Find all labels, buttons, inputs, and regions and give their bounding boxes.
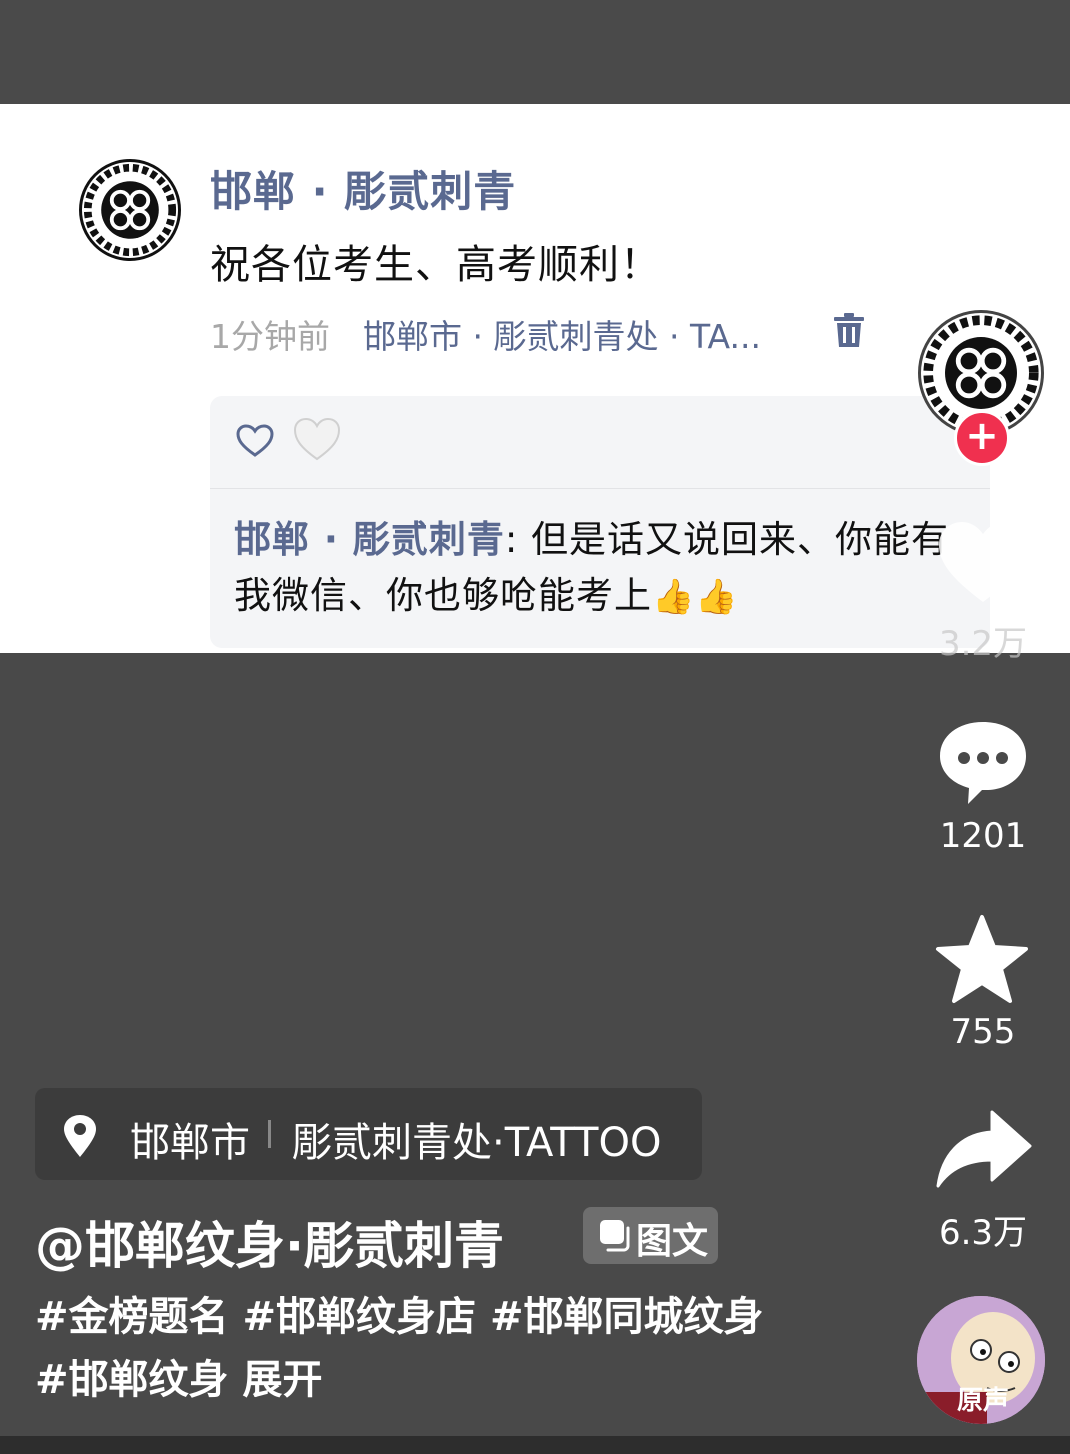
star-icon[interactable] — [934, 913, 1030, 1005]
post-type-label: 图文 — [636, 1221, 709, 1262]
location-pin-icon — [64, 1115, 96, 1157]
like-count: 3.2万 — [938, 624, 1028, 664]
location-divider — [268, 1120, 271, 1148]
hashtag[interactable]: #邯郸同城纹身 — [490, 1294, 764, 1340]
like-heart-icon[interactable] — [935, 518, 1031, 606]
location-shop[interactable]: 彫贰刺青处·TATTOO — [292, 1110, 661, 1168]
trash-icon[interactable] — [832, 312, 866, 348]
comment-author[interactable]: 邯郸 · 彫贰刺青 — [210, 158, 516, 219]
top-band — [0, 0, 1070, 104]
post-username[interactable]: @邯郸纹身·彫贰刺青 — [35, 1206, 504, 1278]
music-label[interactable]: 原声 — [928, 1380, 1038, 1417]
hashtag-list: #金榜题名 #邯郸纹身店 #邯郸同城纹身 #邯郸纹身 展开 — [35, 1286, 835, 1412]
author-avatar[interactable] — [79, 159, 181, 261]
heart-icon — [293, 417, 341, 461]
reply-box: 邯郸 · 彫贰刺青: 但是话又说回来、你能有我微信、你也够呛能考上👍👍 — [210, 396, 990, 648]
share-count: 6.3万 — [938, 1213, 1028, 1253]
favorite-count: 755 — [950, 1012, 1016, 1052]
comment-text: 祝各位考生、高考顺利！ — [210, 242, 661, 288]
comment-bubble-icon[interactable] — [936, 718, 1030, 806]
heart-outline-icon[interactable] — [236, 424, 274, 458]
gallery-icon — [600, 1220, 630, 1252]
comment-count: 1201 — [939, 816, 1027, 856]
thumbs-up-emoji: 👍👍 — [652, 577, 739, 617]
comment-time: 1分钟前 — [210, 317, 330, 356]
expand-button[interactable]: 展开 — [243, 1357, 323, 1403]
bottom-band — [0, 1436, 1070, 1454]
reply-content: 邯郸 · 彫贰刺青: 但是话又说回来、你能有我微信、你也够呛能考上👍👍 — [234, 512, 974, 625]
reply-reactions — [210, 396, 990, 489]
hashtag[interactable]: #邯郸纹身 — [35, 1357, 229, 1403]
knot-logo-icon — [83, 163, 177, 257]
comment-location[interactable]: 邯郸市 · 彫贰刺青处 · TA... — [363, 310, 761, 358]
follow-button[interactable]: + — [954, 410, 1010, 466]
share-arrow-icon[interactable] — [934, 1108, 1032, 1188]
reply-author[interactable]: 邯郸 · 彫贰刺青 — [234, 518, 505, 561]
hashtag[interactable]: #金榜题名 — [35, 1294, 229, 1340]
location-city[interactable]: 邯郸市 — [130, 1110, 250, 1168]
comment-card: 邯郸 · 彫贰刺青 祝各位考生、高考顺利！ 1分钟前 邯郸市 · 彫贰刺青处 ·… — [0, 104, 1070, 653]
hashtag[interactable]: #邯郸纹身店 — [243, 1294, 477, 1340]
